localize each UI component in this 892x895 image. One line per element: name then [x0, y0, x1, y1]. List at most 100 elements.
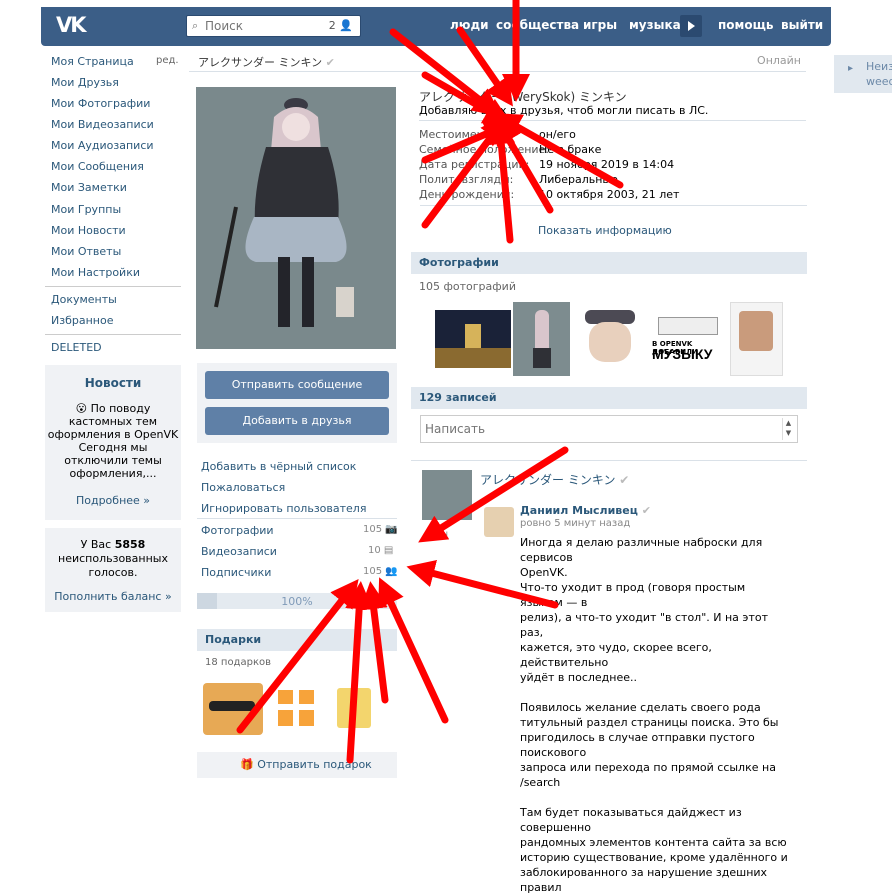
- nav-logout[interactable]: выйти: [781, 18, 823, 32]
- counter-videos[interactable]: Видеозаписи: [201, 545, 277, 558]
- wall-title[interactable]: 129 записей: [411, 387, 807, 409]
- post-text: Иногда я делаю различные наброски для се…: [520, 536, 788, 894]
- info-value: Либеральные: [539, 173, 618, 186]
- post-input[interactable]: [425, 422, 765, 436]
- nav-communities[interactable]: сообщества: [496, 18, 579, 32]
- news-title: Новости: [84, 376, 142, 390]
- top-up-balance-link[interactable]: Пополнить баланс »: [45, 590, 181, 603]
- photo-screenshot[interactable]: [730, 302, 783, 376]
- right-panel-text: weed: [866, 75, 892, 88]
- sidebar-item-my-page[interactable]: Моя Страница: [51, 55, 134, 68]
- news-more-link[interactable]: Подробнее »: [45, 494, 181, 507]
- gifts-title[interactable]: Подарки: [197, 629, 397, 651]
- counter-videos-count: 10 ▤: [368, 545, 394, 556]
- edit-link[interactable]: ред.: [156, 55, 179, 66]
- post-composer[interactable]: ▲▼: [420, 415, 798, 443]
- profile-full-name: アレクサンダー (WerySkok) ミンキン: [419, 90, 627, 104]
- nav-people[interactable]: люди: [450, 18, 489, 32]
- info-value: 10 октября 2003, 21 лет: [539, 188, 680, 201]
- post-owner-avatar[interactable]: [422, 470, 472, 520]
- info-key: Дата регистрации:: [419, 158, 530, 171]
- arrow-mark: [378, 577, 449, 724]
- blacklist-link[interactable]: Добавить в чёрный список: [201, 460, 356, 473]
- info-value: Не в браке: [539, 143, 602, 156]
- progress-label: 100%: [281, 595, 313, 608]
- gift-box-image[interactable]: [278, 690, 314, 726]
- photo-music-meme[interactable]: В OPENVK ДОБАВИЛИ МУЗЫКУ: [652, 316, 728, 362]
- photos-title[interactable]: Фотографии: [411, 252, 807, 274]
- profile-header-name: アレクサンダー ミンキン ✔: [198, 56, 335, 69]
- report-link[interactable]: Пожаловаться: [201, 481, 285, 494]
- votes-box: У Вас 5858 неиспользованных голосов. Поп…: [45, 528, 181, 612]
- sidebar-item-deleted[interactable]: DELETED: [51, 341, 102, 354]
- search-icon: ⌕: [192, 19, 199, 32]
- sidebar-item-friends[interactable]: Мои Друзья: [51, 76, 119, 89]
- send-message-button[interactable]: Отправить сообщение: [205, 371, 389, 399]
- top-bar: VK ⌕ 2 👤 люди сообщества игры музыка пом…: [41, 7, 831, 46]
- nav-games[interactable]: игры: [583, 18, 617, 32]
- sidebar-item-audio[interactable]: Мои Аудиозаписи: [51, 139, 154, 152]
- sidebar-item-news[interactable]: Мои Новости: [51, 224, 126, 237]
- photo-anime-girl[interactable]: [573, 302, 648, 376]
- sidebar-item-answers[interactable]: Мои Ответы: [51, 245, 121, 258]
- photos-count: 105 фотографий: [419, 280, 516, 293]
- search-box[interactable]: ⌕ 2 👤: [186, 15, 361, 37]
- add-friend-button[interactable]: Добавить в друзья: [205, 407, 389, 435]
- post-time[interactable]: ровно 5 минут назад: [520, 518, 630, 529]
- photo-avatar-thumb[interactable]: [513, 302, 570, 376]
- profile-header: アレクサンダー ミンキン ✔ Онлайн: [189, 52, 806, 72]
- sidebar-item-groups[interactable]: Мои Группы: [51, 203, 121, 216]
- vk-logo[interactable]: VK: [56, 14, 88, 36]
- sidebar-item-documents[interactable]: Документы: [51, 293, 117, 306]
- post-owner-name[interactable]: アレクサンダー ミンキン ✔: [480, 471, 629, 488]
- post-ghost-text: ...он: [426, 529, 449, 540]
- sidebar-item-notes[interactable]: Мои Заметки: [51, 181, 127, 194]
- chevron-right-icon: ▸: [848, 63, 854, 74]
- info-key: Семейное положение:: [419, 143, 550, 156]
- sidebar-item-messages[interactable]: Мои Сообщения: [51, 160, 144, 173]
- divider: [45, 334, 181, 335]
- counter-followers[interactable]: Подписчики: [201, 566, 271, 579]
- info-key: День рождения:: [419, 188, 515, 201]
- counter-photos-count: 105 📷: [363, 524, 398, 535]
- ignore-user-link[interactable]: Игнорировать пользователя: [201, 502, 366, 515]
- search-friends-count: 2 👤: [328, 19, 353, 32]
- sidebar-item-settings[interactable]: Мои Настройки: [51, 266, 140, 279]
- right-panel-text: Неиз: [866, 60, 892, 73]
- gift-cat-image[interactable]: [203, 683, 263, 735]
- info-key: Полит. взгляды:: [419, 173, 514, 186]
- sidebar-item-favorites[interactable]: Избранное: [51, 314, 113, 327]
- sidebar-item-photos[interactable]: Мои Фотографии: [51, 97, 150, 110]
- gift-snack-image[interactable]: [337, 688, 371, 728]
- news-text: 😮 По поводу кастомных тем оформления в O…: [47, 402, 179, 480]
- nav-music[interactable]: музыка: [629, 18, 681, 32]
- nav-help[interactable]: помощь: [718, 18, 773, 32]
- progress-bar: 100%: [197, 593, 397, 609]
- divider: [411, 460, 807, 461]
- counter-photos[interactable]: Фотографии: [201, 524, 274, 537]
- counter-followers-count: 105 👥: [363, 566, 398, 577]
- divider: [419, 120, 806, 121]
- right-panel[interactable]: ▸ Неиз weed: [834, 55, 892, 93]
- online-status: Онлайн: [757, 54, 801, 67]
- profile-avatar[interactable]: [196, 87, 396, 349]
- play-icon[interactable]: [680, 15, 702, 37]
- profile-status[interactable]: Добавляю всех в друзья, чтоб могли писат…: [419, 104, 708, 117]
- news-box: Новости 😮 По поводу кастомных тем оформл…: [45, 365, 181, 520]
- photo-night-city[interactable]: [435, 310, 511, 368]
- info-value: он/его: [539, 128, 576, 141]
- divider: [420, 205, 807, 206]
- post-author-avatar[interactable]: [484, 507, 514, 537]
- sidebar-item-videos[interactable]: Мои Видеозаписи: [51, 118, 154, 131]
- send-gift-link[interactable]: 🎁 Отправить подарок: [240, 758, 372, 771]
- composer-scroll-icon[interactable]: ▲ ▼: [782, 418, 794, 440]
- arrow-mark: [345, 581, 374, 764]
- search-input[interactable]: [205, 19, 325, 33]
- votes-text: У Вас 5858 неиспользованных голосов.: [58, 538, 168, 579]
- info-value: 19 ноября 2019 в 14:04: [539, 158, 675, 171]
- gifts-count: 18 подарков: [205, 657, 272, 668]
- divider: [45, 286, 181, 287]
- gift-icon: 🎁: [240, 758, 254, 771]
- post-author-name[interactable]: Даниил Мысливец ✔: [520, 504, 651, 517]
- show-info-link[interactable]: Показать информацию: [538, 224, 672, 237]
